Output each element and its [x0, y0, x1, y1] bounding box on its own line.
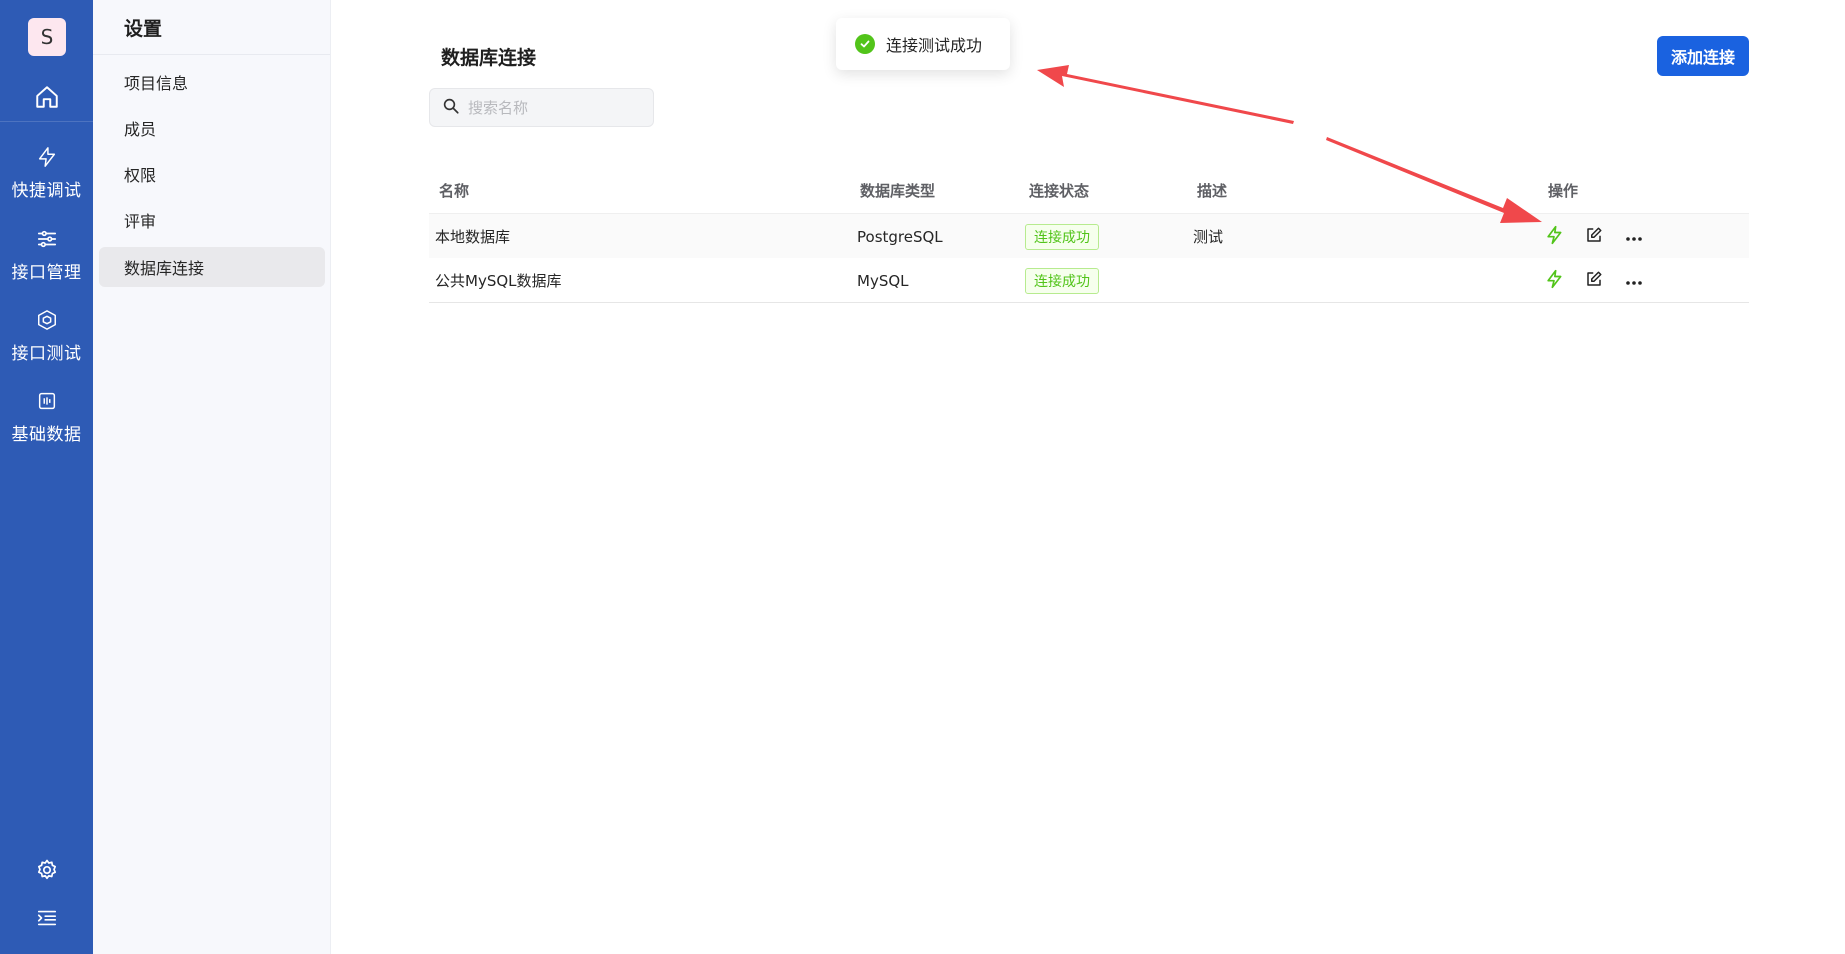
cell-name: 公共MySQL数据库 [435, 272, 562, 290]
status-badge: 连接成功 [1025, 267, 1099, 294]
page-title: 数据库连接 [441, 47, 537, 69]
cell-db-type: MySQL [857, 271, 909, 290]
more-icon [1625, 271, 1643, 290]
cube-icon [36, 307, 58, 333]
home-button[interactable] [0, 76, 93, 122]
search-input[interactable] [466, 97, 640, 118]
sidebar-item-label: 数据库连接 [124, 259, 205, 278]
more-icon [1625, 227, 1643, 246]
table-row[interactable]: 公共MySQL数据库 MySQL 连接成功 [429, 258, 1749, 303]
gear-icon [35, 858, 59, 886]
cell-name: 本地数据库 [435, 228, 511, 246]
column-header-description: 描述 [1197, 182, 1228, 200]
rail-item-api-management[interactable]: 接口管理 [0, 224, 93, 294]
rail-item-label: 接口测试 [11, 344, 82, 364]
annotation-arrow [1326, 137, 1542, 223]
data-icon [36, 388, 58, 414]
search-box[interactable] [429, 88, 654, 127]
more-button[interactable] [1620, 214, 1648, 259]
annotation-arrow [1037, 65, 1294, 124]
edit-icon [1585, 226, 1603, 248]
sliders-icon [36, 226, 58, 252]
toast-message: 连接测试成功 [886, 36, 983, 55]
home-icon [34, 84, 60, 114]
check-circle-icon [855, 34, 875, 54]
avatar-letter: S [40, 25, 54, 49]
edit-button[interactable] [1580, 214, 1608, 259]
settings-sidebar: 设置 项目信息 成员 权限 评审 数据库连接 [93, 0, 331, 954]
more-button[interactable] [1620, 258, 1648, 303]
cell-status: 连接成功 [1025, 214, 1099, 259]
cell-db-type: PostgreSQL [857, 227, 943, 246]
settings-button[interactable] [0, 855, 93, 889]
rail-item-api-testing[interactable]: 接口测试 [0, 305, 93, 375]
column-header-name: 名称 [439, 182, 470, 200]
table-row[interactable]: 本地数据库 PostgreSQL 连接成功 测试 [429, 213, 1749, 258]
test-connection-button[interactable] [1540, 214, 1568, 259]
rail-item-label: 接口管理 [11, 263, 82, 283]
column-header-db-type: 数据库类型 [860, 182, 936, 200]
column-header-actions: 操作 [1548, 182, 1579, 200]
rail-item-label: 基础数据 [11, 425, 82, 445]
sidebar-title: 设置 [124, 18, 163, 40]
edit-button[interactable] [1580, 258, 1608, 303]
sidebar-item-label: 成员 [124, 120, 157, 139]
sidebar-item-label: 项目信息 [124, 74, 189, 93]
rail-divider [0, 121, 93, 122]
cell-description: 测试 [1193, 228, 1224, 246]
status-badge: 连接成功 [1025, 223, 1099, 250]
avatar[interactable]: S [28, 18, 66, 56]
rail-item-quick-debug[interactable]: 快捷调试 [0, 142, 93, 212]
collapse-menu-icon [36, 907, 58, 933]
sidebar-item-review[interactable]: 评审 [99, 200, 325, 240]
sidebar-divider [93, 54, 330, 55]
rail-item-base-data[interactable]: 基础数据 [0, 386, 93, 456]
sidebar-item-label: 权限 [124, 166, 157, 185]
lightning-icon [1544, 224, 1564, 250]
add-connection-button[interactable]: 添加连接 [1657, 36, 1749, 76]
lightning-icon [36, 144, 58, 170]
sidebar-item-label: 评审 [124, 212, 157, 231]
sidebar-item-members[interactable]: 成员 [99, 108, 325, 148]
success-toast: 连接测试成功 [836, 18, 1010, 70]
sidebar-item-permissions[interactable]: 权限 [99, 154, 325, 194]
test-connection-button[interactable] [1540, 258, 1568, 303]
icon-rail: S 快捷调试 接口管理 接口测试 基础数据 [0, 0, 93, 954]
lightning-icon [1544, 268, 1564, 294]
column-header-status: 连接状态 [1029, 182, 1090, 200]
edit-icon [1585, 270, 1603, 292]
rail-item-label: 快捷调试 [11, 181, 82, 201]
collapse-menu-button[interactable] [0, 903, 93, 937]
sidebar-item-project-info[interactable]: 项目信息 [99, 62, 325, 102]
search-icon [442, 97, 460, 119]
sidebar-item-database-connections[interactable]: 数据库连接 [99, 247, 325, 287]
cell-status: 连接成功 [1025, 258, 1099, 303]
